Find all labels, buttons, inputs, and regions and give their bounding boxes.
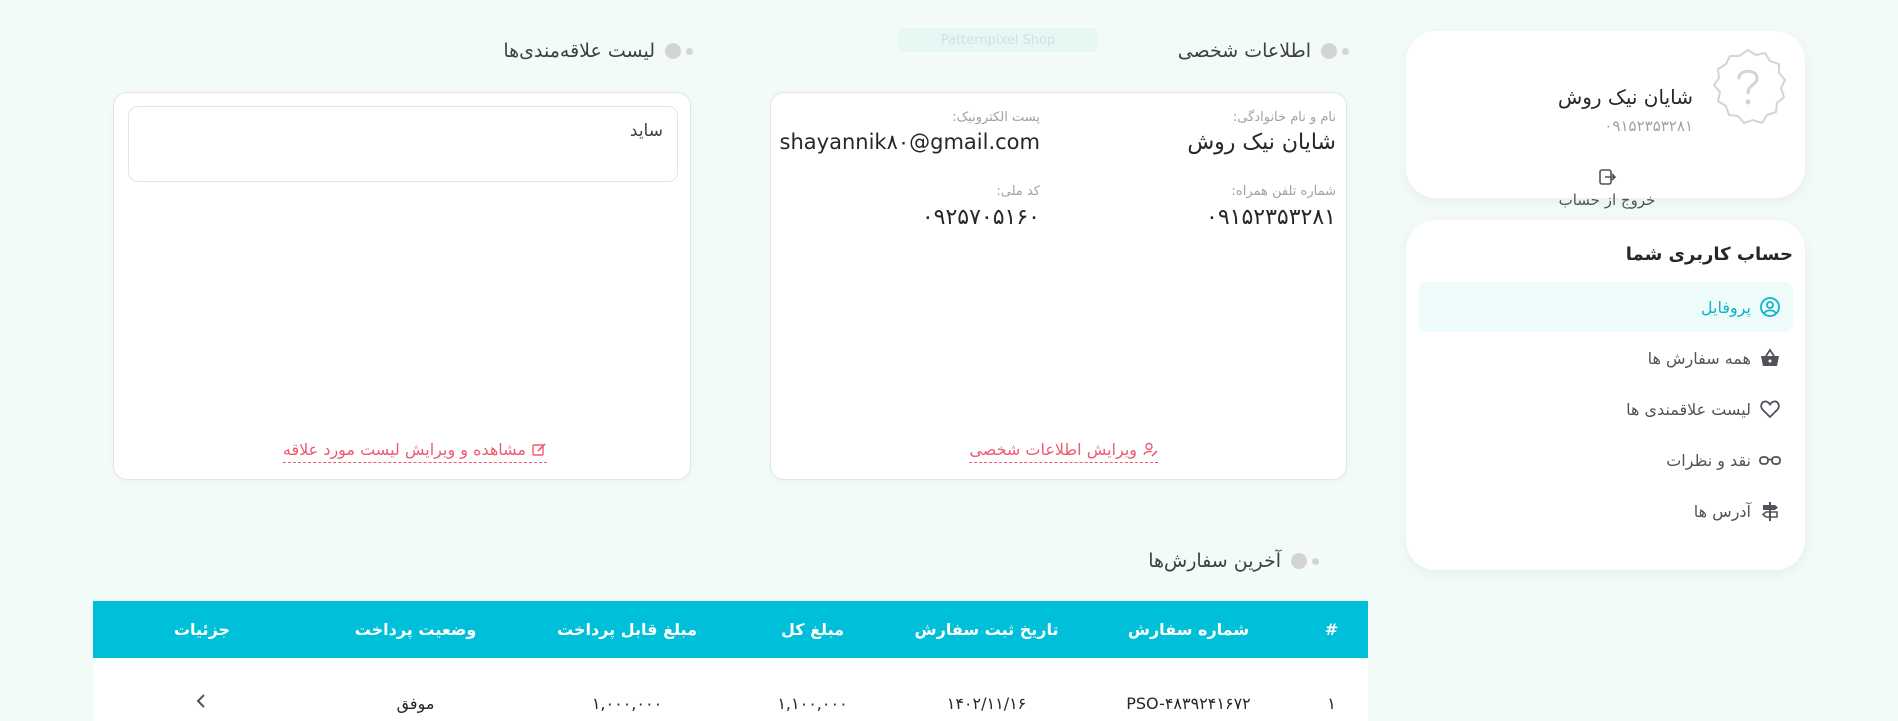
- column-header: مبلغ قابل پرداخت: [520, 601, 734, 658]
- personal-info-panel: نام و نام خانوادگی: شایان نیک روش پست ال…: [770, 92, 1347, 480]
- order-details-button[interactable]: [93, 658, 311, 721]
- name-value: شایان نیک روش: [1187, 130, 1336, 155]
- avatar-icon: [1709, 47, 1787, 125]
- wishlist-panel: ساید مشاهده و ویرایش لیست مورد علاقه: [113, 92, 691, 480]
- national-id-value: ۰۹۲۵۷۰۵۱۶۰: [921, 205, 1040, 230]
- user-edit-icon: [1143, 442, 1158, 457]
- orders-table: # شماره سفارش تاریخ ثبت سفارش مبلغ کل مب…: [93, 601, 1368, 721]
- logout-label: خروج از حساب: [1558, 191, 1656, 209]
- recent-orders-title: آخرین سفارش‌ها: [1148, 550, 1319, 572]
- sidebar-item-label: لیست علاقمندی ها: [1626, 399, 1751, 419]
- account-menu: حساب کاربری شما پروفایل همه سفارش ها لیس…: [1406, 220, 1805, 570]
- sidebar-item-reviews[interactable]: نقد و نظرات: [1418, 435, 1793, 485]
- column-header: مبلغ کل: [734, 601, 891, 658]
- email-label: پست الکترونیک:: [952, 110, 1040, 125]
- table-header-row: # شماره سفارش تاریخ ثبت سفارش مبلغ کل مب…: [93, 601, 1368, 658]
- column-header: تاریخ ثبت سفارش: [891, 601, 1082, 658]
- user-name: شایان نیک روش: [1557, 85, 1693, 109]
- mobile-label: شماره تلفن همراه:: [1231, 184, 1336, 199]
- chevron-left-icon: [196, 694, 205, 708]
- personal-info-title: اطلاعات شخصی: [1178, 40, 1349, 62]
- table-row: ۱ PSO-۴۸۳۹۲۴۱۶۷۲ ۱۴۰۲/۱۱/۱۶ ۱,۱۰۰,۰۰۰ ۱,…: [93, 658, 1368, 721]
- signpost-icon: [1761, 502, 1778, 521]
- sidebar-item-orders[interactable]: همه سفارش ها: [1418, 333, 1793, 383]
- sidebar-item-profile[interactable]: پروفایل: [1418, 282, 1793, 332]
- user-phone: ۰۹۱۵۲۳۵۳۲۸۱: [1604, 117, 1693, 135]
- edit-icon: [532, 443, 546, 456]
- profile-card: شایان نیک روش ۰۹۱۵۲۳۵۳۲۸۱ خروج از حساب: [1406, 31, 1805, 209]
- email-value: shayannik۸۰@gmail.com: [779, 130, 1040, 154]
- table-cell: PSO-۴۸۳۹۲۴۱۶۷۲: [1082, 658, 1295, 721]
- glasses-icon: [1759, 456, 1781, 465]
- mobile-value: ۰۹۱۵۲۳۵۳۲۸۱: [1206, 205, 1336, 230]
- sidebar-item-label: همه سفارش ها: [1647, 348, 1751, 368]
- column-header: شماره سفارش: [1082, 601, 1295, 658]
- column-header: #: [1295, 601, 1368, 658]
- national-id-label: کد ملی:: [996, 184, 1040, 199]
- sidebar-item-label: پروفایل: [1700, 297, 1751, 317]
- table-cell: ۱۴۰۲/۱۱/۱۶: [891, 658, 1082, 721]
- user-circle-icon: [1760, 297, 1780, 317]
- sidebar-item-wishlist[interactable]: لیست علاقمندی ها: [1418, 384, 1793, 434]
- sidebar-item-label: نقد و نظرات: [1666, 450, 1751, 470]
- basket-icon: [1761, 348, 1779, 366]
- menu-title: حساب کاربری شما: [1625, 244, 1793, 265]
- edit-wishlist-link[interactable]: مشاهده و ویرایش لیست مورد علاقه: [282, 440, 547, 463]
- table-cell: ۱: [1295, 658, 1368, 721]
- table-cell: ۱,۱۰۰,۰۰۰: [734, 658, 891, 721]
- logout-icon: [1599, 169, 1617, 185]
- sidebar-item-label: آدرس ها: [1693, 501, 1751, 521]
- wishlist-item[interactable]: ساید: [128, 106, 678, 182]
- table-cell: ۱,۰۰۰,۰۰۰: [520, 658, 734, 721]
- heart-icon: [1760, 400, 1780, 419]
- sidebar-item-addresses[interactable]: آدرس ها: [1418, 486, 1793, 536]
- wishlist-title: لیست علاقه‌مندی‌ها: [503, 40, 693, 62]
- logout-button[interactable]: خروج از حساب: [1552, 167, 1662, 209]
- section-dots-icon: [665, 43, 693, 59]
- section-dots-icon: [1291, 553, 1319, 569]
- name-label: نام و نام خانوادگی:: [1232, 110, 1336, 125]
- watermark: Patternpixel Shop: [898, 28, 1098, 52]
- section-dots-icon: [1321, 43, 1349, 59]
- column-header: جزئیات: [93, 601, 311, 658]
- edit-personal-info-link[interactable]: ویرایش اطلاعات شخصی: [969, 440, 1158, 463]
- column-header: وضعیت پرداخت: [311, 601, 520, 658]
- table-cell: موفق: [311, 658, 520, 721]
